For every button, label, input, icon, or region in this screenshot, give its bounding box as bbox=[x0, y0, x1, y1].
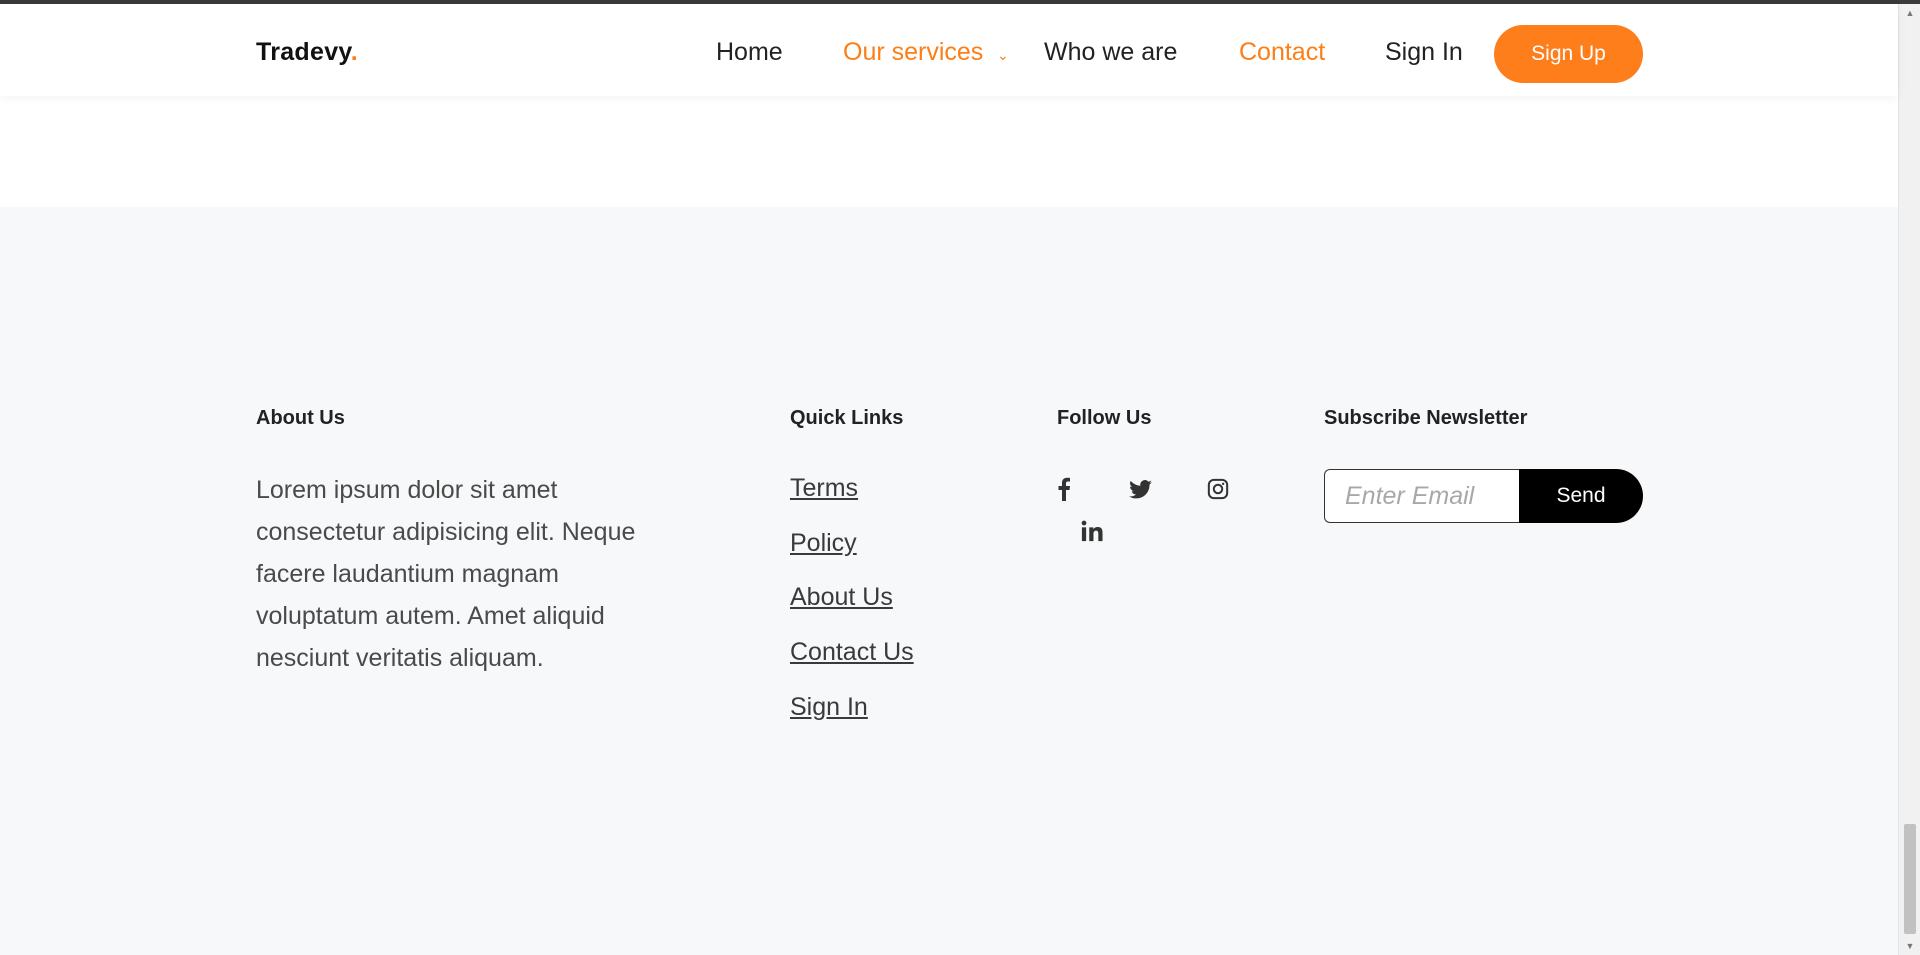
linkedin-icon[interactable] bbox=[1078, 517, 1106, 545]
scroll-up-arrow-icon[interactable]: ▲ bbox=[1899, 4, 1920, 22]
footer-link-sign-in[interactable]: Sign In bbox=[790, 693, 868, 722]
scroll-down-arrow-icon[interactable]: ▼ bbox=[1899, 937, 1920, 955]
newsletter-email-input[interactable] bbox=[1324, 469, 1520, 523]
nav-link-our-services[interactable]: Our services bbox=[843, 38, 983, 67]
quick-links-heading: Quick Links bbox=[790, 407, 904, 429]
navbar: Tradevy. Home Our services ⌄ Who we are … bbox=[0, 4, 1898, 96]
subscribe-newsletter-heading: Subscribe Newsletter bbox=[1324, 407, 1528, 429]
chevron-down-icon[interactable]: ⌄ bbox=[997, 47, 1009, 64]
follow-us-heading: Follow Us bbox=[1057, 407, 1152, 429]
newsletter-send-button[interactable]: Send bbox=[1519, 469, 1643, 523]
footer-link-contact-us[interactable]: Contact Us bbox=[790, 638, 914, 667]
footer-link-policy[interactable]: Policy bbox=[790, 529, 857, 558]
footer-link-about-us[interactable]: About Us bbox=[790, 583, 893, 612]
vertical-scrollbar[interactable]: ▲ ▼ bbox=[1898, 4, 1920, 955]
brand-name: Tradevy bbox=[256, 38, 351, 66]
twitter-icon[interactable] bbox=[1126, 475, 1154, 503]
about-us-heading: About Us bbox=[256, 407, 345, 429]
nav-link-who-we-are[interactable]: Who we are bbox=[1044, 38, 1177, 67]
instagram-icon[interactable] bbox=[1204, 475, 1232, 503]
sign-up-button[interactable]: Sign Up bbox=[1494, 25, 1643, 83]
brand-dot: . bbox=[350, 38, 359, 66]
brand-logo[interactable]: Tradevy. bbox=[256, 38, 358, 67]
footer: About Us Lorem ipsum dolor sit amet cons… bbox=[0, 207, 1898, 955]
facebook-icon[interactable] bbox=[1050, 475, 1078, 503]
nav-link-contact[interactable]: Contact bbox=[1239, 38, 1325, 67]
footer-link-terms[interactable]: Terms bbox=[790, 474, 858, 503]
nav-link-sign-in[interactable]: Sign In bbox=[1385, 38, 1463, 67]
about-us-text: Lorem ipsum dolor sit amet consectetur a… bbox=[256, 476, 636, 672]
nav-link-home[interactable]: Home bbox=[716, 38, 783, 67]
scrollbar-thumb[interactable] bbox=[1904, 824, 1916, 934]
